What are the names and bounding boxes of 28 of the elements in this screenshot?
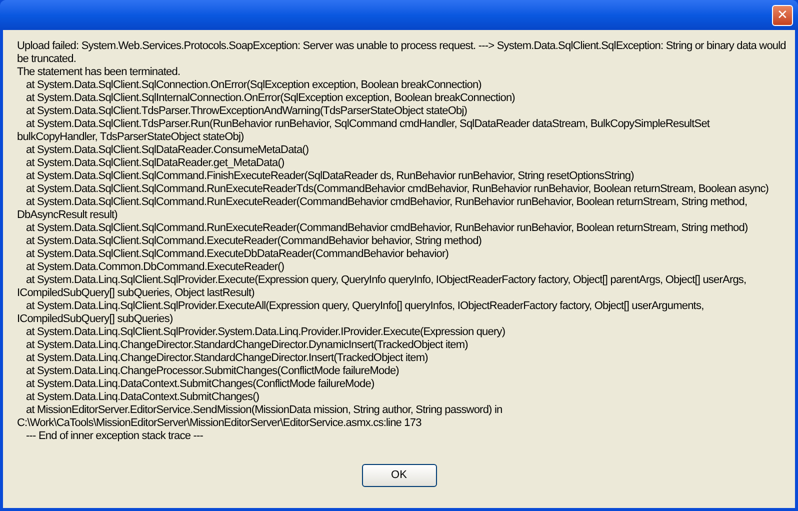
- message-line: at System.Data.SqlClient.SqlCommand.ExecuteReader(CommandBehavior behavior, String method): [25, 235, 483, 248]
- message-line: at System.Data.SqlClient.SqlInternalConnection.OnError(SqlException exception, Boolean breakConnection): [25, 92, 516, 105]
- message-line: at System.Data.Linq.ChangeDirector.StandardChangeDirector.DynamicInsert(TrackedObject item): [25, 339, 469, 352]
- message-line: The statement has been terminated.: [17, 66, 182, 79]
- message-line: at System.Data.SqlClient.SqlDataReader.get_MetaData(): [25, 157, 286, 170]
- message-line: at System.Data.Linq.SqlClient.SqlProvider.ExecuteAll(Expression query, QueryInfo[] queryInfos, IObjectReaderFactory factory, Object[] userArguments, ICompiledSubQuery[] subQueries): [17, 300, 705, 326]
- close-button[interactable]: ✕: [772, 4, 793, 26]
- message-line: at System.Data.SqlClient.TdsParser.Run(RunBehavior runBehavior, SqlCommand cmdHandler, SqlDataReader dataStream, BulkCopySimpleResultSet bulkCopyHandler, TdsParserStateObject stateObj): [17, 118, 711, 144]
- message-line: at System.Data.SqlClient.SqlCommand.RunExecuteReaderTds(CommandBehavior cmdBehavior, RunBehavior runBehavior, Boolean returnStream, Boolean async): [25, 183, 770, 196]
- message-line: at MissionEditorServer.EditorService.SendMission(MissionData mission, String author, String password) in: [25, 404, 504, 417]
- message-line: at System.Data.Linq.DataContext.SubmitChanges(ConflictMode failureMode): [25, 378, 376, 391]
- message-line: --- End of inner exception stack trace ---: [25, 430, 204, 443]
- message-line: at System.Data.Linq.ChangeProcessor.SubmitChanges(ConflictMode failureMode): [25, 365, 400, 378]
- message-line: at System.Data.Linq.DataContext.SubmitChanges(): [25, 391, 260, 404]
- message-line: at System.Data.Linq.SqlClient.SqlProvider.System.Data.Linq.Provider.IProvider.Execute(Expression query): [25, 326, 506, 339]
- message-line: at System.Data.SqlClient.SqlDataReader.ConsumeMetaData(): [25, 144, 310, 157]
- message-line: at System.Data.SqlClient.SqlCommand.RunExecuteReader(CommandBehavior cmdBehavior, RunBehavior runBehavior, Boolean returnStream, String method, DbAsyncResult result): [17, 196, 748, 222]
- message-line: at System.Data.Linq.ChangeDirector.StandardChangeDirector.Insert(TrackedObject item): [25, 352, 429, 365]
- message-line: at System.Data.SqlClient.SqlConnection.OnError(SqlException exception, Boolean breakConnection): [25, 79, 482, 92]
- message-line: at System.Data.SqlClient.TdsParser.ThrowExceptionAndWarning(TdsParserStateObject stateObj): [25, 105, 468, 118]
- message-line: C:\Work\CaTools\MissionEditorServer\MissionEditorServer\EditorService.asmx.cs:line 173: [17, 417, 422, 430]
- message-line: at System.Data.Linq.SqlClient.SqlProvider.Execute(Expression query, QueryInfo queryInfo, IObjectReaderFactory factory, Object[] parentArgs, Object[] userArgs, ICompiledSubQuery[] subQueries, Object lastResult): [17, 274, 748, 300]
- message-line: at System.Data.SqlClient.SqlCommand.ExecuteDbDataReader(CommandBehavior behavior): [25, 248, 450, 261]
- message-line: Upload failed: System.Web.Services.Protocols.SoapException: Server was unable to process request. ---> System.Data.SqlClient.SqlException: String or binary data would be truncated.: [17, 40, 787, 66]
- message-line: at System.Data.SqlClient.SqlCommand.FinishExecuteReader(SqlDataReader ds, RunBehavior runBehavior, String resetOptionsString): [25, 170, 635, 183]
- message-line: at System.Data.Common.DbCommand.ExecuteReader(): [25, 261, 286, 274]
- message-line: at System.Data.SqlClient.SqlCommand.RunExecuteReader(CommandBehavior cmdBehavior, RunBehavior runBehavior, Boolean returnStream, String method): [25, 222, 749, 235]
- ok-button[interactable]: OK: [362, 464, 436, 487]
